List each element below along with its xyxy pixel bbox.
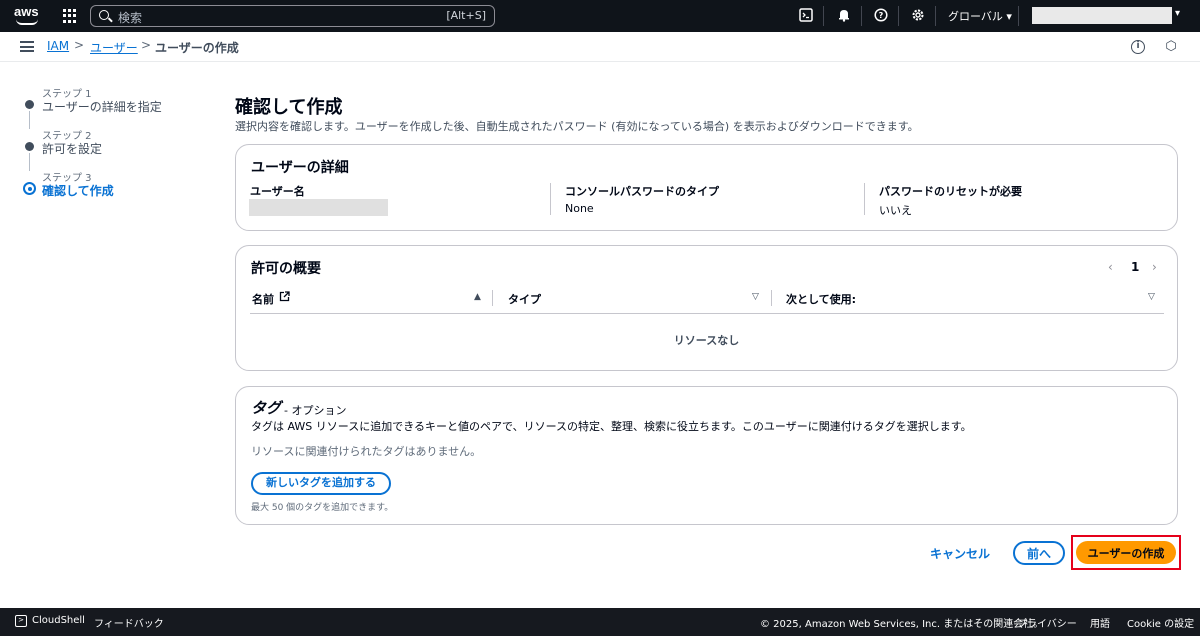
footer: > CloudShell フィードバック © 2025, Amazon Web …	[0, 608, 1200, 636]
column-header-name[interactable]: 名前	[252, 291, 274, 307]
column-divider	[864, 183, 865, 215]
table-header-divider	[250, 313, 1164, 314]
field-username: ユーザー名	[250, 183, 305, 199]
breadcrumb-iam[interactable]: IAM	[47, 39, 69, 53]
account-caret-icon[interactable]: ▾	[1175, 8, 1180, 19]
permissions-title: 許可の概要	[251, 261, 321, 277]
table-empty-state: リソースなし	[673, 334, 740, 347]
search-placeholder: 検索	[118, 11, 143, 25]
previous-button[interactable]: 前へ	[1013, 541, 1065, 565]
external-link-icon	[279, 291, 290, 305]
page-title: 確認して作成	[235, 97, 343, 118]
settings-icon[interactable]	[910, 8, 926, 24]
nav-divider	[823, 6, 824, 26]
nav-divider	[935, 6, 936, 26]
permissions-summary-card: 許可の概要 ‹ 1 › 名前 ▲ タイプ ▽ 次として使用: ▽ リソースなし	[235, 245, 1178, 371]
field-label: コンソールパスワードのタイプ	[565, 185, 719, 198]
column-divider	[771, 290, 772, 306]
tags-card: タグ - オプション タグは AWS リソースに追加できるキーと値のペアで、リソ…	[235, 386, 1178, 525]
menu-icon[interactable]	[20, 41, 34, 52]
footer-privacy-link[interactable]: プライバシー	[1017, 615, 1077, 630]
bell-icon[interactable]	[836, 8, 852, 24]
add-tag-button[interactable]: 新しいタグを追加する	[251, 472, 391, 495]
step-active-indicator-icon	[23, 182, 36, 195]
nav-divider	[861, 6, 862, 26]
breadcrumb-users[interactable]: ユーザー	[90, 39, 138, 56]
column-header-type[interactable]: タイプ	[508, 291, 541, 307]
aws-logo-text: aws	[14, 4, 39, 19]
cancel-button[interactable]: キャンセル	[930, 545, 990, 562]
feedback-hex-icon[interactable]: ⬡	[1164, 40, 1178, 54]
page-description: 選択内容を確認します。ユーザーを作成した後、自動生成されたパスワード (有効にな…	[235, 120, 919, 133]
footer-cookie-link[interactable]: Cookie の設定	[1127, 615, 1194, 630]
step-connector	[29, 111, 30, 129]
step-connector	[29, 153, 30, 171]
tags-optional-label: - オプション	[284, 404, 347, 417]
footer-feedback-link[interactable]: フィードバック	[94, 615, 164, 630]
footer-copyright: © 2025, Amazon Web Services, Inc. またはその関…	[760, 619, 1044, 630]
nav-divider	[1018, 6, 1019, 26]
column-divider	[550, 183, 551, 215]
region-selector[interactable]: グローバル ▾	[948, 8, 1012, 24]
tags-empty-message: リソースに関連付けられたタグはありません。	[251, 445, 482, 458]
create-user-button[interactable]: ユーザーの作成	[1076, 541, 1176, 564]
pagination-next-icon[interactable]: ›	[1152, 260, 1157, 274]
cloudshell-footer-icon[interactable]: >	[15, 615, 27, 627]
help-icon[interactable]: ?	[873, 8, 889, 24]
footer-cloudshell-link[interactable]: CloudShell	[32, 615, 85, 626]
field-value: None	[565, 202, 594, 215]
sort-icon[interactable]: ▽	[752, 292, 759, 302]
svg-text:?: ?	[879, 11, 884, 20]
field-value: いいえ	[879, 204, 912, 217]
field-password-reset: パスワードのリセットが必要 いいえ	[879, 183, 1022, 218]
field-label: パスワードのリセットが必要	[879, 185, 1022, 198]
step-title: 確認して作成	[42, 184, 114, 198]
user-details-card: ユーザーの詳細 ユーザー名 コンソールパスワードのタイプ None パスワードの…	[235, 144, 1178, 231]
breadcrumb-bar: IAM > ユーザー > ユーザーの作成 i ⬡	[0, 32, 1200, 62]
footer-terms-link[interactable]: 用語	[1090, 615, 1110, 630]
account-menu[interactable]	[1032, 7, 1172, 24]
tags-description: タグは AWS リソースに追加できるキーと値のペアで、リソースの特定、整理、検索…	[251, 420, 972, 433]
breadcrumb-separator: >	[141, 38, 152, 52]
tags-limit-hint: 最大 50 個のタグを追加できます。	[251, 503, 394, 513]
field-console-password-type: コンソールパスワードのタイプ None	[565, 183, 719, 215]
pagination-prev-icon[interactable]: ‹	[1108, 260, 1113, 274]
username-value-redacted	[249, 199, 388, 216]
info-icon[interactable]: i	[1131, 40, 1145, 54]
column-divider	[492, 290, 493, 306]
sort-ascending-icon[interactable]: ▲	[474, 292, 481, 302]
step-indicator-icon	[25, 142, 34, 151]
create-user-highlight: ユーザーの作成	[1071, 535, 1181, 570]
search-shortcut: [Alt+S]	[446, 9, 486, 22]
nav-divider	[898, 6, 899, 26]
services-grid-icon[interactable]	[63, 9, 77, 23]
top-navigation: aws 検索 [Alt+S] ? グローバル ▾ ▾	[0, 0, 1200, 32]
breadcrumb-current: ユーザーの作成	[155, 41, 239, 55]
search-icon	[99, 10, 109, 20]
column-header-used-as[interactable]: 次として使用:	[786, 291, 856, 307]
sort-icon[interactable]: ▽	[1148, 292, 1155, 302]
step-indicator-icon	[25, 100, 34, 109]
step-title: 許可を設定	[42, 142, 103, 156]
tags-title: タグ	[251, 399, 282, 417]
breadcrumb-separator: >	[74, 38, 85, 52]
aws-smile-icon	[16, 19, 38, 25]
search-input[interactable]: 検索 [Alt+S]	[90, 5, 495, 27]
user-details-title: ユーザーの詳細	[251, 160, 349, 176]
pagination-page[interactable]: 1	[1131, 260, 1139, 274]
cloudshell-icon[interactable]	[798, 8, 814, 24]
field-label: ユーザー名	[250, 185, 305, 198]
aws-logo[interactable]: aws	[14, 5, 42, 27]
step-title: ユーザーの詳細を指定	[42, 100, 162, 114]
